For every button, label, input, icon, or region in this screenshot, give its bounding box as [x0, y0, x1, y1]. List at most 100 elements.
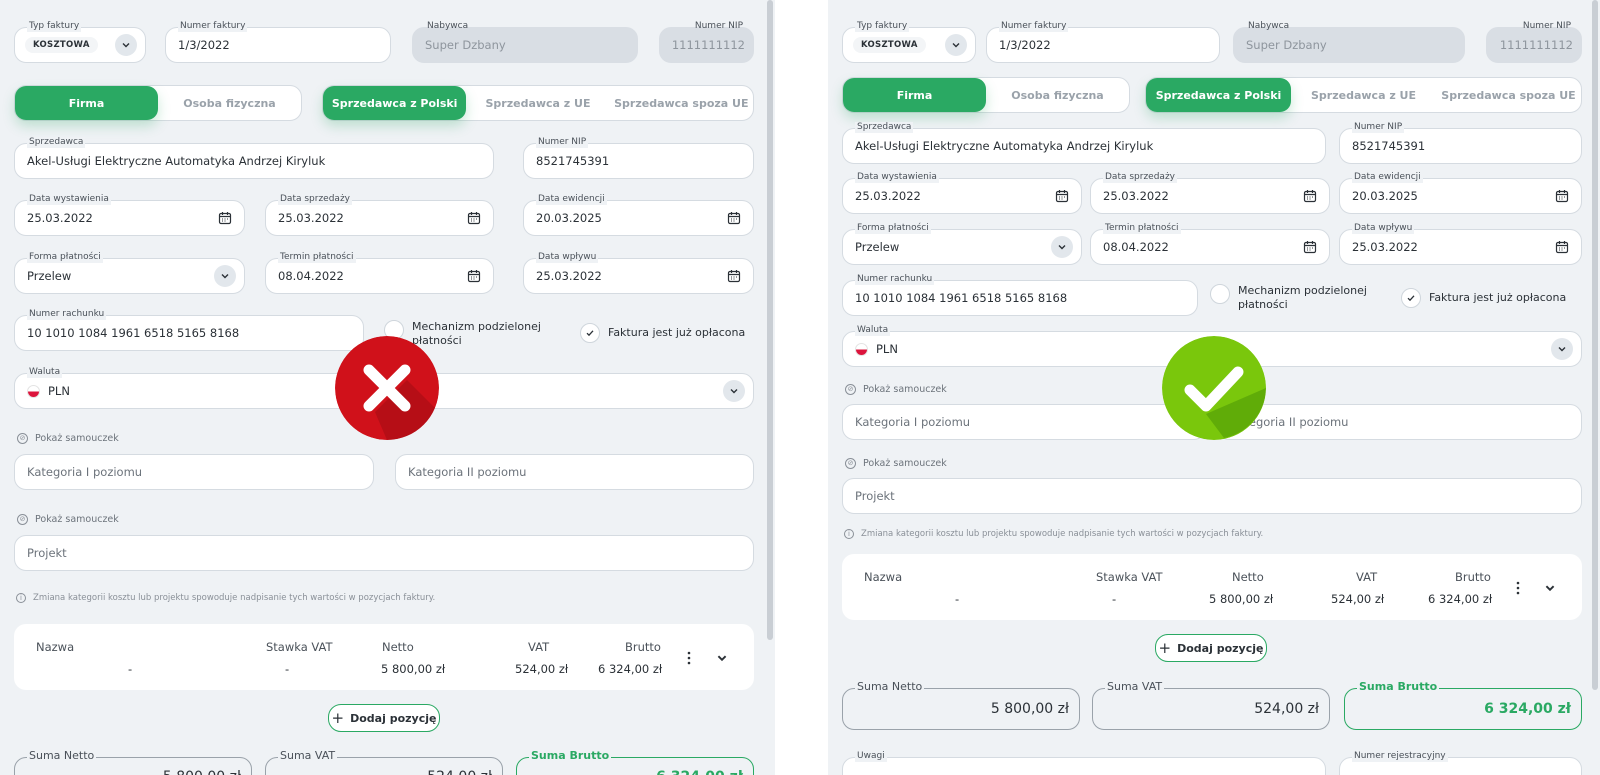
chevron-down-icon[interactable] — [945, 34, 967, 56]
entity-type-toggle[interactable]: Firma Osoba fizyczna — [842, 77, 1130, 113]
chevron-down-icon[interactable] — [1051, 236, 1073, 258]
tab-sprzedawca-spoza-ue[interactable]: Sprzedawca spoza UE — [610, 86, 753, 120]
calendar-icon[interactable] — [1055, 189, 1069, 203]
data-sprzedazy-input[interactable]: Data sprzedaży 25.03.2022 — [265, 194, 494, 236]
scrollbar[interactable] — [767, 0, 773, 640]
nip-sprzedawcy-input[interactable]: Numer NIP 8521745391 — [1339, 122, 1582, 164]
numer-rachunku-input[interactable]: Numer rachunku 10 1010 1084 1961 6518 51… — [14, 309, 364, 351]
tab-osoba-fizyczna[interactable]: Osoba fizyczna — [986, 78, 1129, 112]
termin-platnosci-input[interactable]: Termin płatności 08.04.2022 — [1090, 223, 1330, 265]
calendar-icon[interactable] — [467, 211, 481, 225]
numer-rejestracyjny-input[interactable]: Numer rejestracyjny — [1339, 751, 1582, 775]
calendar-icon[interactable] — [727, 211, 741, 225]
pokaz-samouczek-link[interactable]: ⊘ Pokaż samouczek — [845, 384, 947, 395]
scrollbar[interactable] — [1592, 0, 1598, 690]
typ-faktury-select[interactable]: Typ faktury KOSZTOWA — [14, 21, 146, 63]
column-header: Stawka VAT — [1096, 570, 1163, 584]
chevron-down-icon[interactable] — [716, 652, 728, 664]
kategoria-2-select[interactable]: Kategoria II poziomu — [395, 454, 754, 490]
calendar-icon[interactable] — [1555, 189, 1569, 203]
typ-faktury-badge: KOSZTOWA — [853, 37, 926, 53]
data-ewidencji-input[interactable]: Data ewidencji 20.03.2025 — [1339, 172, 1582, 214]
data-wystawienia-input[interactable]: Data wystawienia 25.03.2022 — [842, 172, 1082, 214]
tab-firma[interactable]: Firma — [15, 86, 158, 120]
column-header: VAT — [1356, 570, 1378, 584]
pokaz-samouczek-link[interactable]: ⊘ Pokaż samouczek — [17, 514, 119, 525]
uwagi-input[interactable]: Uwagi — [842, 751, 1326, 775]
column-header: Brutto — [1455, 570, 1491, 584]
more-options-icon[interactable] — [1516, 581, 1520, 595]
tab-sprzedawca-z-polski[interactable]: Sprzedawca z Polski — [1146, 78, 1291, 112]
calendar-icon[interactable] — [467, 269, 481, 283]
tab-osoba-fizyczna[interactable]: Osoba fizyczna — [158, 86, 301, 120]
add-position-button[interactable]: + Dodaj pozycję — [328, 704, 440, 732]
check-icon[interactable] — [580, 323, 600, 343]
data-wystawienia-input[interactable]: Data wystawienia 25.03.2022 — [14, 194, 245, 236]
kategoria-1-select[interactable]: Kategoria I poziomu — [842, 404, 1206, 440]
seller-origin-toggle[interactable]: Sprzedawca z Polski Sprzedawca z UE Sprz… — [1145, 77, 1582, 113]
sprzedawca-input[interactable]: Sprzedawca Akel-Usługi Elektryczne Autom… — [14, 137, 494, 179]
table-cell: 5 800,00 zł — [1209, 592, 1274, 606]
sprzedawca-input[interactable]: Sprzedawca Akel-Usługi Elektryczne Autom… — [842, 122, 1326, 164]
pokaz-samouczek-link[interactable]: ⊘ Pokaż samouczek — [17, 433, 119, 444]
add-position-button[interactable]: + Dodaj pozycję — [1155, 634, 1267, 662]
data-wplywu-input[interactable]: Data wpływu 25.03.2022 — [1339, 223, 1582, 265]
calendar-icon[interactable] — [1303, 240, 1317, 254]
calendar-icon[interactable] — [1303, 189, 1317, 203]
more-options-icon[interactable] — [687, 651, 691, 665]
tab-sprzedawca-z-polski[interactable]: Sprzedawca z Polski — [323, 86, 467, 120]
numer-faktury-input[interactable]: Numer faktury 1/3/2022 — [165, 21, 391, 63]
oplacona-checkbox[interactable]: Faktura jest już opłacona — [1401, 288, 1566, 308]
tab-sprzedawca-z-ue[interactable]: Sprzedawca z UE — [466, 86, 609, 120]
forma-platnosci-select[interactable]: Forma płatności Przelew — [14, 252, 245, 294]
kategoria-1-select[interactable]: Kategoria I poziomu — [14, 454, 374, 490]
projekt-select[interactable]: Projekt — [14, 535, 754, 571]
data-ewidencji-input[interactable]: Data ewidencji 20.03.2025 — [523, 194, 754, 236]
chevron-down-icon[interactable] — [1544, 582, 1556, 594]
tab-sprzedawca-z-ue[interactable]: Sprzedawca z UE — [1291, 78, 1436, 112]
chevron-down-icon[interactable] — [1551, 338, 1573, 360]
nabywca-input: Nabywca Super Dzbany — [412, 21, 638, 63]
table-cell: - — [1112, 592, 1117, 606]
info-icon: i — [16, 593, 26, 603]
pokaz-samouczek-link[interactable]: ⊘ Pokaż samouczek — [845, 458, 947, 469]
typ-faktury-select[interactable]: Typ faktury KOSZTOWA — [842, 21, 976, 63]
seller-origin-toggle[interactable]: Sprzedawca z Polski Sprzedawca z UE Sprz… — [322, 85, 754, 121]
suma-brutto-field: Suma Brutto6 324,00 zł — [1344, 681, 1582, 730]
suma-netto-field: Suma Netto5 800,00 zł — [14, 750, 252, 775]
tutorial-icon: ⊘ — [17, 514, 28, 525]
tab-firma[interactable]: Firma — [843, 78, 986, 112]
category-change-note: i Zmiana kategorii kosztu lub projektu sp… — [844, 529, 1263, 539]
suma-vat-field: Suma VAT524,00 zł — [265, 750, 503, 775]
calendar-icon[interactable] — [727, 269, 741, 283]
mpp-checkbox[interactable]: Mechanizm podzielonej płatności — [1210, 284, 1367, 312]
data-wplywu-input[interactable]: Data wpływu 25.03.2022 — [523, 252, 754, 294]
suma-netto-field: Suma Netto5 800,00 zł — [842, 681, 1080, 730]
nip-sprzedawcy-input[interactable]: Numer NIP 8521745391 — [523, 137, 754, 179]
tutorial-icon: ⊘ — [845, 384, 856, 395]
data-sprzedazy-input[interactable]: Data sprzedaży 25.03.2022 — [1090, 172, 1330, 214]
kategoria-2-select[interactable]: Kategoria II poziomu — [1217, 404, 1582, 440]
chevron-down-icon[interactable] — [115, 34, 137, 56]
nip-nabywcy-input: Numer NIP 1111111112 — [659, 21, 754, 63]
oplacona-checkbox[interactable]: Faktura jest już opłacona — [580, 323, 745, 343]
chevron-down-icon[interactable] — [214, 265, 236, 287]
numer-rachunku-input[interactable]: Numer rachunku 10 1010 1084 1961 6518 51… — [842, 274, 1198, 316]
termin-platnosci-input[interactable]: Termin płatności 08.04.2022 — [265, 252, 494, 294]
checkbox-circle[interactable] — [1210, 284, 1230, 304]
typ-faktury-badge: KOSZTOWA — [25, 37, 98, 53]
calendar-icon[interactable] — [1555, 240, 1569, 254]
numer-faktury-input[interactable]: Numer faktury 1/3/2022 — [986, 21, 1220, 63]
column-header: Netto — [382, 640, 414, 654]
chevron-down-icon[interactable] — [723, 380, 745, 402]
entity-type-toggle[interactable]: Firma Osoba fizyczna — [14, 85, 302, 121]
projekt-select[interactable]: Projekt — [842, 478, 1582, 514]
forma-platnosci-select[interactable]: Forma płatności Przelew — [842, 223, 1082, 265]
poland-flag-icon — [855, 342, 868, 356]
check-icon[interactable] — [1401, 288, 1421, 308]
calendar-icon[interactable] — [218, 211, 232, 225]
column-header: Netto — [1232, 570, 1264, 584]
plus-icon: + — [331, 709, 345, 727]
tab-sprzedawca-spoza-ue[interactable]: Sprzedawca spoza UE — [1436, 78, 1581, 112]
table-cell: 6 324,00 zł — [1428, 592, 1493, 606]
